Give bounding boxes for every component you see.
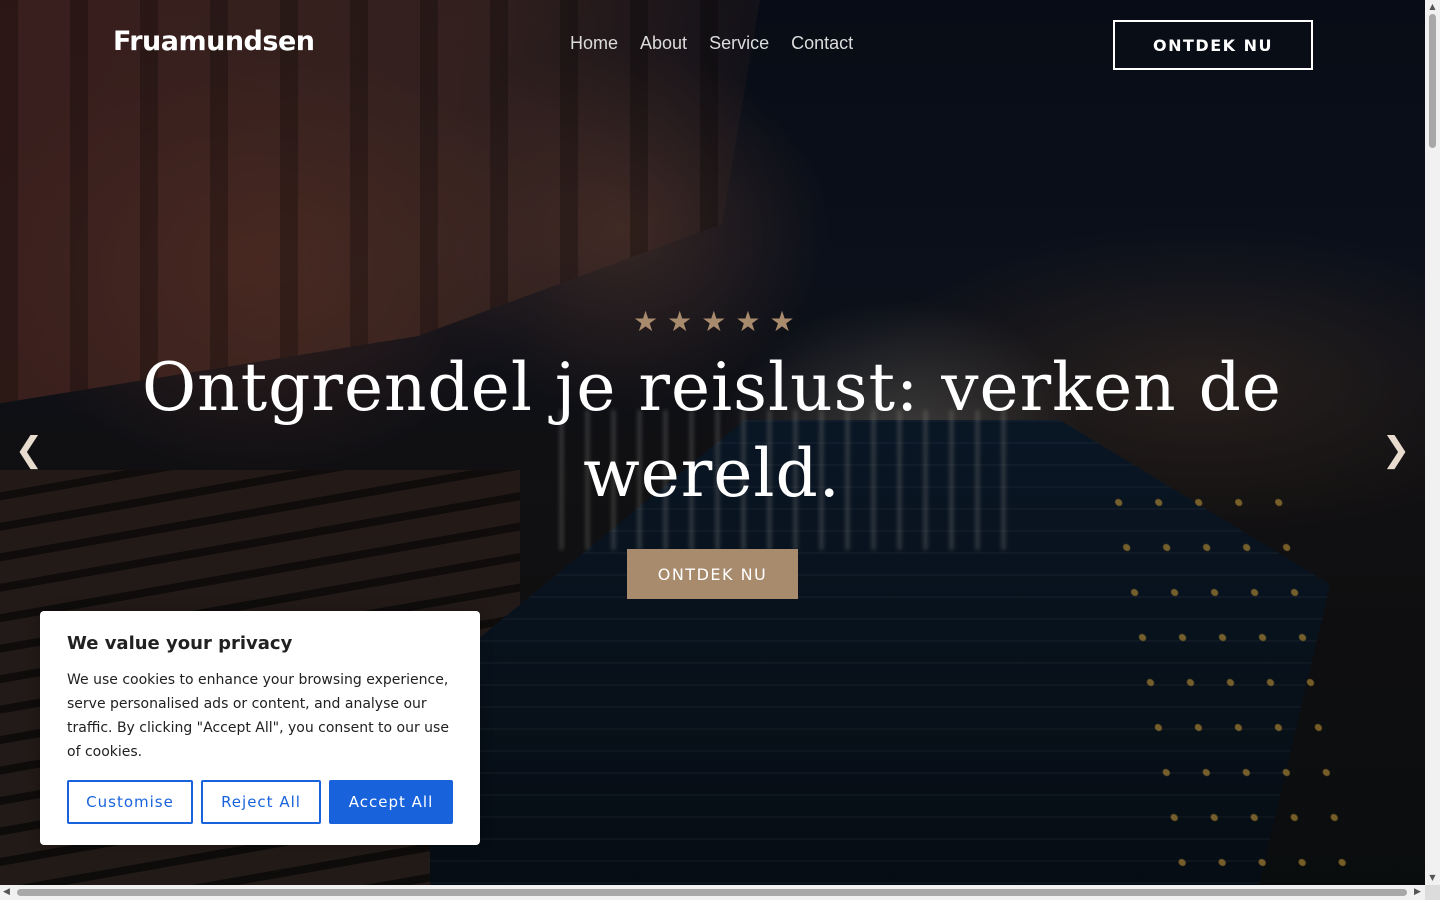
scroll-up-icon[interactable]: ▲ (1428, 2, 1437, 11)
vertical-scrollbar[interactable]: ▲ ▼ (1425, 0, 1440, 885)
hero-cta-button[interactable]: ONTDEK NU (627, 549, 798, 599)
cookie-body: We use cookies to enhance your browsing … (67, 672, 449, 760)
hero-headline: Ontgrendel je reislust: verken de wereld… (142, 349, 1282, 512)
star-icon: ★ (735, 305, 761, 338)
chevron-left-icon[interactable]: ❮ (9, 430, 49, 470)
cookie-reject-button[interactable]: Reject All (201, 780, 321, 824)
vertical-scroll-thumb[interactable] (1429, 14, 1436, 148)
horizontal-scroll-thumb[interactable] (17, 889, 1407, 896)
nav-link-home[interactable]: Home (570, 33, 618, 54)
cookie-title: We value your privacy (67, 633, 293, 654)
star-icon: ★ (667, 305, 693, 338)
star-icon: ★ (701, 305, 727, 338)
scroll-down-icon[interactable]: ▼ (1428, 873, 1437, 882)
site-logo[interactable]: Fruamundsen (113, 26, 315, 57)
rating-stars: ★ ★ ★ ★ ★ (633, 308, 795, 336)
main-nav: Home About Service Contact (570, 33, 853, 54)
scrollbar-corner (1425, 885, 1440, 900)
nav-link-service[interactable]: Service (709, 33, 769, 54)
scroll-right-icon[interactable]: ▶ (1414, 887, 1421, 897)
star-icon: ★ (633, 305, 659, 338)
cookie-accept-button[interactable]: Accept All (329, 780, 453, 824)
star-icon: ★ (769, 305, 795, 338)
cookie-customise-button[interactable]: Customise (67, 780, 193, 824)
scroll-left-icon[interactable]: ◀ (3, 887, 10, 897)
header-cta-button[interactable]: ONTDEK NU (1113, 20, 1313, 70)
nav-link-contact[interactable]: Contact (791, 33, 853, 54)
cookie-consent-banner: We value your privacy We use cookies to … (40, 611, 480, 845)
nav-link-about[interactable]: About (640, 33, 687, 54)
horizontal-scrollbar[interactable]: ◀ ▶ (0, 885, 1425, 900)
chevron-right-icon[interactable]: ❯ (1376, 430, 1416, 470)
